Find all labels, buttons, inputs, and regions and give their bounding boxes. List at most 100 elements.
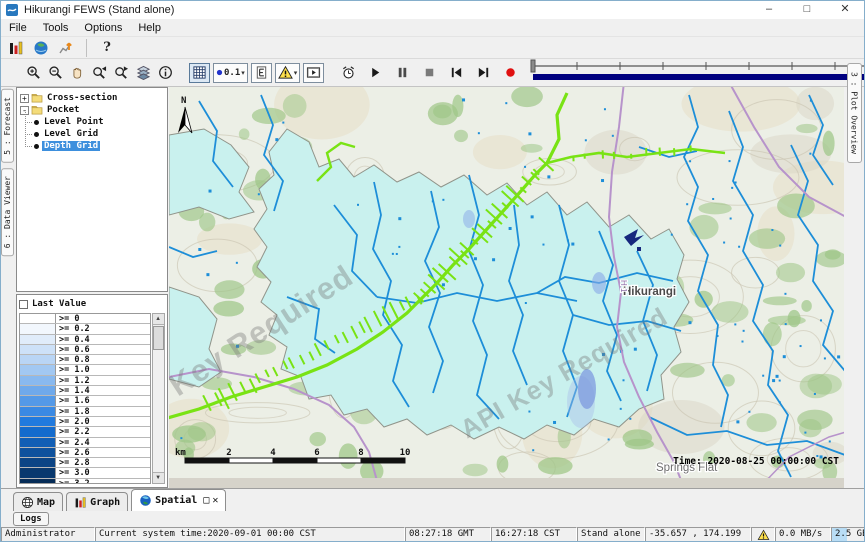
tab-spatial[interactable]: Spatial□✕ bbox=[131, 489, 226, 511]
checkbox-icon[interactable] bbox=[19, 300, 28, 309]
first-frame-button[interactable] bbox=[446, 63, 466, 83]
status-throughput: 0.0 MB/s bbox=[775, 527, 831, 542]
panel-tab-6-data-viewer[interactable]: 6 : Data Viewer bbox=[1, 168, 14, 256]
last-value-checkbox-row[interactable]: Last Value bbox=[19, 297, 165, 311]
legend-class-label: >= 1.8 bbox=[56, 407, 90, 416]
road-label-h1: H 1 bbox=[619, 280, 628, 293]
record-icon bbox=[503, 65, 518, 80]
legend-class-label: >= 1.6 bbox=[56, 396, 90, 405]
scroll-thumb[interactable] bbox=[153, 326, 164, 350]
left-panel: +Cross-section-PocketLevel PointLevel Gr… bbox=[15, 87, 169, 488]
help-button[interactable]: ? bbox=[97, 38, 117, 58]
labels-toggle-button[interactable] bbox=[251, 63, 272, 83]
panel-tab-5-forecast[interactable]: 5 : Forecast bbox=[1, 89, 14, 163]
left-tab-strip: 5 : Forecast 6 : Data Viewer bbox=[1, 87, 15, 488]
class-threshold-icon bbox=[216, 69, 223, 76]
minimize-button[interactable]: – bbox=[750, 1, 788, 19]
place-label-hikurangi: Hikurangi bbox=[623, 286, 676, 298]
legend-row: >= 1.0 bbox=[20, 365, 150, 375]
last-frame-icon bbox=[476, 65, 491, 80]
legend-class-label: >= 1.0 bbox=[56, 365, 90, 374]
scale-tick-label: 4 bbox=[270, 448, 276, 458]
last-frame-button[interactable] bbox=[473, 63, 493, 83]
scroll-up-icon[interactable]: ▲ bbox=[153, 314, 164, 325]
zoom-previous-button[interactable] bbox=[89, 63, 109, 83]
animation-export-button[interactable] bbox=[303, 63, 324, 83]
tree-node-depth-grid[interactable]: Depth Grid bbox=[17, 140, 167, 152]
menu-help[interactable]: Help bbox=[130, 22, 169, 34]
animation-settings-icon bbox=[341, 65, 356, 80]
map-time-label: Time: 2020-08-25 00:00:00 CST bbox=[673, 456, 839, 467]
close-button[interactable]: ✕ bbox=[826, 1, 864, 19]
tree-node-pocket[interactable]: -Pocket bbox=[17, 104, 167, 116]
legend-row: >= 0.8 bbox=[20, 355, 150, 365]
thresholds-warning-button[interactable]: ▾ bbox=[275, 63, 301, 83]
info-button[interactable] bbox=[155, 63, 175, 83]
pause-button[interactable] bbox=[392, 63, 412, 83]
time-series-display-button[interactable] bbox=[6, 38, 26, 58]
forecast-manager-button[interactable] bbox=[56, 38, 76, 58]
zoom-out-button[interactable] bbox=[45, 63, 65, 83]
legend-class-list: >= 0>= 0.2>= 0.4>= 0.6>= 0.8>= 1.0>= 1.2… bbox=[19, 313, 151, 484]
scale-tick-label: 10 bbox=[399, 448, 410, 458]
legend-scrollbar[interactable]: ▲ ▼ bbox=[152, 313, 165, 484]
tree-branch-line bbox=[25, 134, 32, 135]
legend-swatch bbox=[20, 417, 56, 426]
tree-node-level-grid[interactable]: Level Grid bbox=[17, 128, 167, 140]
status-warning[interactable] bbox=[751, 527, 775, 542]
stop-button[interactable] bbox=[419, 63, 439, 83]
caret-down-icon: ▾ bbox=[241, 69, 245, 77]
legend-class-label: >= 1.4 bbox=[56, 386, 90, 395]
menu-options[interactable]: Options bbox=[76, 22, 130, 34]
zoom-in-button[interactable] bbox=[23, 63, 43, 83]
spatial-display-button[interactable] bbox=[31, 38, 51, 58]
layers-button[interactable] bbox=[133, 63, 153, 83]
tree-node-cross-section[interactable]: +Cross-section bbox=[17, 92, 167, 104]
info-icon bbox=[158, 65, 173, 80]
expand-icon[interactable]: + bbox=[20, 94, 29, 103]
time-slider[interactable] bbox=[530, 58, 865, 87]
legend-swatch bbox=[20, 396, 56, 405]
zoom-out-icon bbox=[48, 65, 63, 80]
map-bottom-strip bbox=[169, 478, 844, 488]
tab-graph[interactable]: Graph bbox=[66, 492, 128, 511]
last-value-label: Last Value bbox=[32, 299, 86, 309]
pan-icon bbox=[70, 65, 85, 80]
tab-map[interactable]: Map bbox=[13, 492, 63, 511]
animation-settings-button[interactable] bbox=[338, 63, 358, 83]
spatial-tab-icon bbox=[139, 494, 152, 507]
tree-connector-line bbox=[25, 110, 26, 145]
zoom-next-button[interactable] bbox=[111, 63, 131, 83]
play-button[interactable] bbox=[365, 63, 385, 83]
pan-button[interactable] bbox=[67, 63, 87, 83]
legend-class-label: >= 0 bbox=[56, 314, 79, 323]
app-window: Hikurangi FEWS (Stand alone) – □ ✕ FileT… bbox=[0, 0, 865, 542]
class-threshold-button[interactable]: 0.1▾ bbox=[213, 63, 248, 83]
map-tab-icon bbox=[21, 496, 34, 509]
legend-row: >= 2.0 bbox=[20, 417, 150, 427]
tree-node-label: Depth Grid bbox=[42, 141, 100, 151]
legend-swatch bbox=[20, 458, 56, 467]
status-gmt-time: 08:27:18 GMT bbox=[405, 527, 491, 542]
tab-maximize-icon[interactable]: □ bbox=[203, 495, 209, 506]
thresholds-warning-icon bbox=[278, 65, 293, 80]
legend-class-label: >= 3.0 bbox=[56, 468, 90, 477]
maximize-button[interactable]: □ bbox=[788, 1, 826, 19]
right-tab-strip: 3 : Plot Overview bbox=[844, 87, 864, 488]
legend-row: >= 0.6 bbox=[20, 345, 150, 355]
record-button[interactable] bbox=[500, 63, 520, 83]
map-view[interactable]: API Key Required API Key Required Hikura… bbox=[169, 87, 844, 488]
menu-file[interactable]: File bbox=[1, 22, 35, 34]
tab-label: Map bbox=[37, 497, 55, 508]
tree-node-level-point[interactable]: Level Point bbox=[17, 116, 167, 128]
legend-swatch bbox=[20, 345, 56, 354]
grid-display-button[interactable] bbox=[189, 63, 210, 83]
forecast-manager-icon bbox=[58, 40, 74, 56]
tab-close-icon[interactable]: ✕ bbox=[212, 495, 218, 506]
panel-tab-plot-overview[interactable]: 3 : Plot Overview bbox=[847, 63, 862, 163]
legend-swatch bbox=[20, 335, 56, 344]
logs-button[interactable]: Logs bbox=[13, 512, 49, 526]
menu-tools[interactable]: Tools bbox=[35, 22, 77, 34]
scroll-down-icon[interactable]: ▼ bbox=[153, 472, 164, 483]
legend-row: >= 2.8 bbox=[20, 458, 150, 468]
